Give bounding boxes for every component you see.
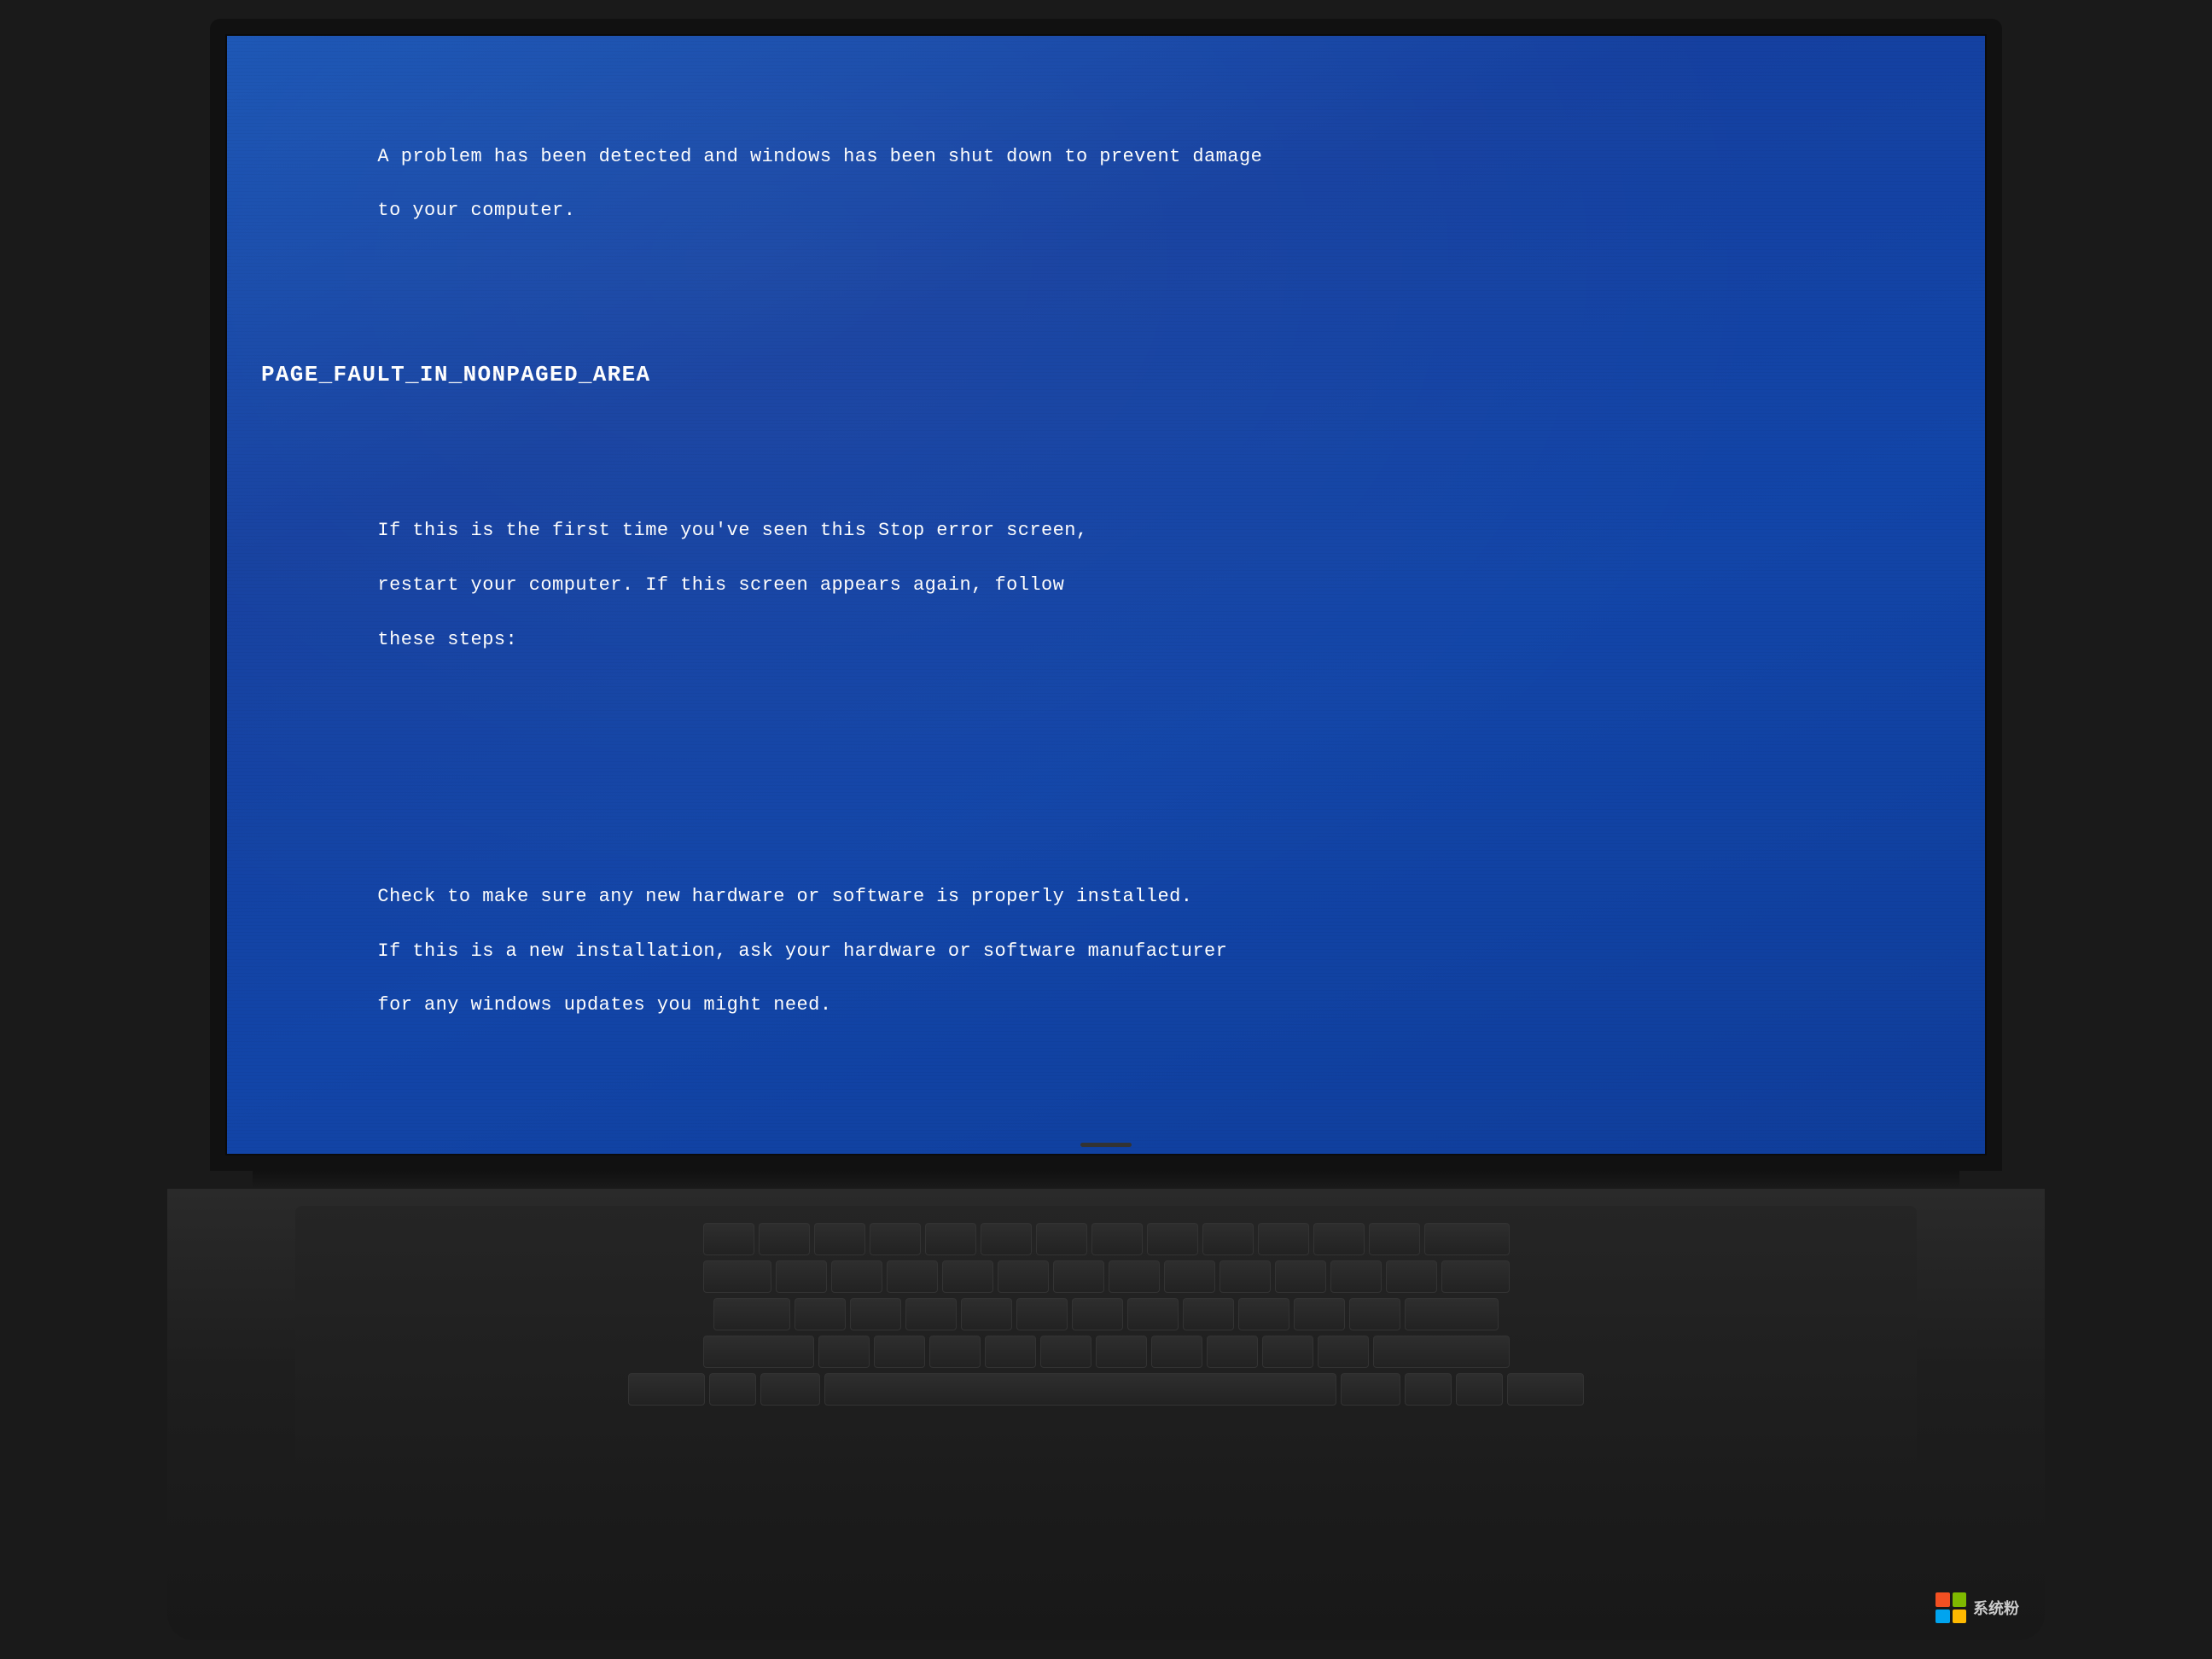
intro-section: A problem has been detected and windows … [261,116,1951,252]
hinge-bar [253,1171,1959,1189]
logo-yellow [1953,1610,1967,1624]
key [831,1260,882,1293]
bsod-screen: A problem has been detected and windows … [225,34,1987,1155]
key [1202,1223,1254,1255]
key [1424,1223,1510,1255]
key [1164,1260,1215,1293]
key-row-2 [321,1260,1891,1293]
key [1183,1298,1234,1330]
key [759,1223,810,1255]
watermark-text: 系统粉 [1973,1597,2019,1619]
key [709,1373,756,1406]
key [703,1336,814,1368]
key-row-4 [321,1336,1891,1368]
key [1016,1298,1068,1330]
key [1147,1223,1198,1255]
key [1318,1336,1369,1368]
key [942,1260,993,1293]
hardware-check-section: Check to make sure any new hardware or s… [261,856,1951,1046]
key [887,1260,938,1293]
key [1091,1223,1143,1255]
enter-key [1405,1298,1499,1330]
key [1207,1336,1258,1368]
key-row-1 [321,1223,1891,1255]
key [818,1336,870,1368]
key [1220,1260,1271,1293]
spacebar [824,1373,1336,1406]
key [703,1223,754,1255]
key [1040,1336,1091,1368]
key [929,1336,981,1368]
key [981,1223,1032,1255]
para1-line3: these steps: [377,629,517,650]
ctrl-key-r [1507,1373,1584,1406]
logo-red [1936,1592,1950,1607]
para2-line2: If this is a new installation, ask your … [377,940,1227,962]
para2-line3: for any windows updates you might need. [377,994,831,1016]
key [1238,1298,1289,1330]
alt-key-r [1341,1373,1400,1406]
intro-line2: to your computer. [377,200,575,221]
key [1369,1223,1420,1255]
first-time-section: If this is the first time you've seen th… [261,490,1951,680]
windows-logo [1936,1592,1966,1623]
bsod-content: A problem has been detected and windows … [261,61,1951,1155]
indicator-light [1080,1143,1132,1147]
key [703,1260,771,1293]
error-code-title: PAGE_FAULT_IN_NONPAGED_AREA [261,359,1951,392]
key [1441,1260,1510,1293]
key [998,1260,1049,1293]
para1-line2: restart your computer. If this screen ap… [377,574,1064,596]
key [1456,1373,1503,1406]
key [1405,1373,1452,1406]
key [1127,1298,1179,1330]
logo-blue [1936,1610,1950,1624]
key [1109,1260,1160,1293]
ctrl-key [628,1373,705,1406]
intro-line1: A problem has been detected and windows … [377,146,1262,167]
laptop: A problem has been detected and windows … [167,19,2045,1640]
key [961,1298,1012,1330]
key [1330,1260,1382,1293]
key [1275,1260,1326,1293]
para2-line1: Check to make sure any new hardware or s… [377,886,1192,907]
key [850,1298,901,1330]
key [1096,1336,1147,1368]
key [1151,1336,1202,1368]
key [985,1336,1036,1368]
key [1036,1223,1087,1255]
key [870,1223,921,1255]
key-row-3 [321,1298,1891,1330]
keyboard-deck [295,1206,1917,1479]
key [905,1298,957,1330]
key [1313,1223,1365,1255]
key [925,1223,976,1255]
key [776,1260,827,1293]
screen-bezel: A problem has been detected and windows … [210,19,2002,1171]
key-row-5 [321,1373,1891,1406]
key [814,1223,865,1255]
shift-key [1373,1336,1510,1368]
logo-green [1953,1592,1967,1607]
key [1294,1298,1345,1330]
key [713,1298,790,1330]
keyboard-area: 系统粉 [167,1189,2045,1640]
watermark: 系统粉 [1936,1592,2019,1623]
key [1258,1223,1309,1255]
key [795,1298,846,1330]
para1-line1: If this is the first time you've seen th… [377,520,1087,541]
key [1349,1298,1400,1330]
key [874,1336,925,1368]
key [1262,1336,1313,1368]
key [1053,1260,1104,1293]
key [1386,1260,1437,1293]
alt-key [760,1373,820,1406]
key [1072,1298,1123,1330]
